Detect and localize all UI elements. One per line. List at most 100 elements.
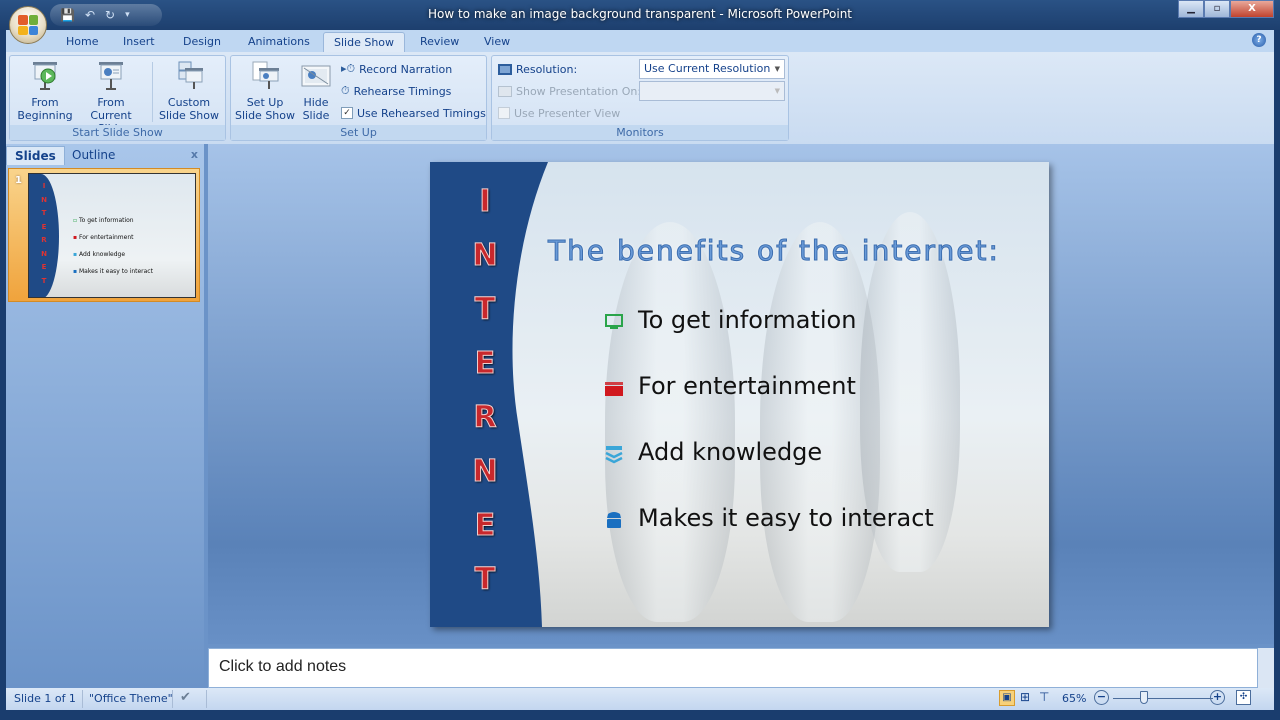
normal-view-icon[interactable]: ▣ [999,690,1015,706]
minimize-button[interactable]: ▁ [1178,0,1204,18]
tab-review[interactable]: Review [410,32,469,52]
from-current-label-1: From [97,96,125,109]
slide-thumbnail[interactable]: 1 INTERNET ▫ To get information ▪ For en… [8,168,200,302]
slide-show-view-icon[interactable]: ⊤ [1039,690,1049,704]
vertical-letter: T [474,562,496,598]
tab-design[interactable]: Design [173,32,231,52]
group-set-up: Set Up Slide Show Hide Slide ▸⏱ Record N… [230,55,487,141]
window-controls: ▁ ▫ X [1178,0,1274,18]
from-beginning-button[interactable]: From Beginning [14,60,76,122]
resolution-dropdown[interactable]: Use Current Resolution ▼ [639,59,785,79]
hide-slide-icon [300,60,332,92]
tab-insert[interactable]: Insert [113,32,165,52]
tab-outline[interactable]: Outline [64,146,123,165]
zoom-slider-thumb[interactable] [1139,691,1148,704]
resolution-label-row: Resolution: [498,60,577,78]
slide-canvas[interactable]: INTERNET The benefits of the internet: T… [430,162,1049,627]
record-narration-button[interactable]: ▸⏱ Record Narration [341,60,452,78]
notes-scrollbar[interactable] [1258,648,1274,688]
bullet-text: Makes it easy to interact [638,504,934,532]
use-rehearsed-check[interactable]: ✓ [341,107,353,119]
bullet-item[interactable]: Add knowledge [604,438,822,466]
projector-play-icon [29,60,61,92]
spell-check-icon[interactable]: ✔ [180,690,191,705]
slide-editor: INTERNET The benefits of the internet: T… [208,144,1274,644]
customize-icon[interactable]: ▾ [125,10,130,20]
group-label-monitors: Monitors [492,125,788,140]
thumb-line: Makes it easy to interact [79,268,153,275]
window-title: How to make an image background transpar… [427,7,852,21]
group-label-set-up: Set Up [231,125,486,140]
thumb-vertical-text: INTERNET [41,182,47,285]
slide-sorter-icon[interactable]: ⊞ [1020,690,1030,704]
close-button[interactable]: X [1230,0,1274,18]
thumb-line: For entertainment [79,234,134,241]
undo-icon[interactable]: ↶ [85,8,95,22]
tab-slide-show[interactable]: Slide Show [323,32,406,52]
vertical-letter: T [474,292,496,328]
set-up-slide-show-button[interactable]: Set Up Slide Show [233,60,297,122]
group-monitors: Resolution: Use Current Resolution ▼ Sho… [491,55,789,141]
use-rehearsed-timings-checkbox[interactable]: ✓ Use Rehearsed Timings [341,104,486,122]
thumb-line: To get information [79,217,134,224]
record-narration-icon: ▸⏱ [341,62,356,75]
tab-home[interactable]: Home [56,32,108,52]
hide-slide-button[interactable]: Hide Slide [297,60,335,122]
notes-placeholder: Click to add notes [219,658,347,675]
telephone-icon [604,508,624,528]
vertical-letter: I [479,184,491,220]
group-start-slide-show: From Beginning From Current Slide Custom… [9,55,226,141]
slide-number: 1 [15,175,22,186]
office-button[interactable] [9,6,47,44]
monitor-icon [498,63,512,75]
books-icon [604,442,624,464]
dual-monitor-icon [498,85,512,97]
zoom-level[interactable]: 65% [1062,692,1086,705]
bullet-text: To get information [638,306,857,334]
resolution-label: Resolution: [516,62,578,76]
show-presentation-on-label: Show Presentation On: [516,84,642,98]
monitor-icon [604,310,624,330]
status-divider [82,690,83,708]
tab-slides[interactable]: Slides [6,146,65,165]
tab-view[interactable]: View [474,32,520,52]
tab-animations[interactable]: Animations [238,32,320,52]
vertical-letter: E [474,508,496,544]
chevron-down-icon: ▼ [774,65,780,73]
thumb-line: Add knowledge [79,251,126,258]
vertical-letter: R [473,400,497,436]
custom-show-icon [173,60,205,92]
from-beginning-label-2: Beginning [17,109,73,122]
from-beginning-label-1: From [31,96,59,109]
fit-to-window-icon[interactable]: ✣ [1236,690,1251,705]
custom-show-label-1: Custom [167,96,211,109]
slide-heading[interactable]: The benefits of the internet: [548,234,1000,268]
custom-slide-show-button[interactable]: Custom Slide Show ▾ [156,60,222,135]
vertical-letter: N [472,454,498,490]
help-icon[interactable]: ? [1252,33,1266,47]
bullet-item[interactable]: To get information [604,306,856,334]
from-current-slide-button[interactable]: From Current Slide [76,60,146,135]
save-icon[interactable]: 💾 [60,8,75,22]
rehearse-timings-button[interactable]: ⏱ Rehearse Timings [341,82,451,100]
resolution-value: Use Current Resolution [644,62,771,75]
penguin-image [605,222,735,622]
clapperboard-icon [604,376,624,396]
presenter-view-label: Use Presenter View [514,106,621,120]
zoom-in-icon[interactable]: + [1210,690,1225,705]
redo-icon[interactable]: ↻ [105,8,115,22]
zoom-slider-track[interactable] [1113,698,1213,699]
chevron-down-icon: ▼ [774,87,780,95]
status-divider [206,690,207,708]
close-pane-icon[interactable]: x [191,148,198,161]
presenter-view-check[interactable] [498,107,510,119]
bullet-item[interactable]: Makes it easy to interact [604,504,934,532]
show-presentation-on-dropdown[interactable]: ▼ [639,81,785,101]
status-bar: Slide 1 of 1 "Office Theme" ✔ ▣ ⊞ ⊤ 65% … [6,688,1274,710]
use-presenter-view-checkbox[interactable]: Use Presenter View [498,104,620,122]
zoom-out-icon[interactable]: − [1094,690,1109,705]
notes-pane[interactable]: Click to add notes [208,648,1258,688]
slides-pane: Slides Outline x 1 INTERNET ▫ To get inf… [6,144,204,688]
restore-button[interactable]: ▫ [1204,0,1230,18]
bullet-item[interactable]: For entertainment [604,372,856,400]
